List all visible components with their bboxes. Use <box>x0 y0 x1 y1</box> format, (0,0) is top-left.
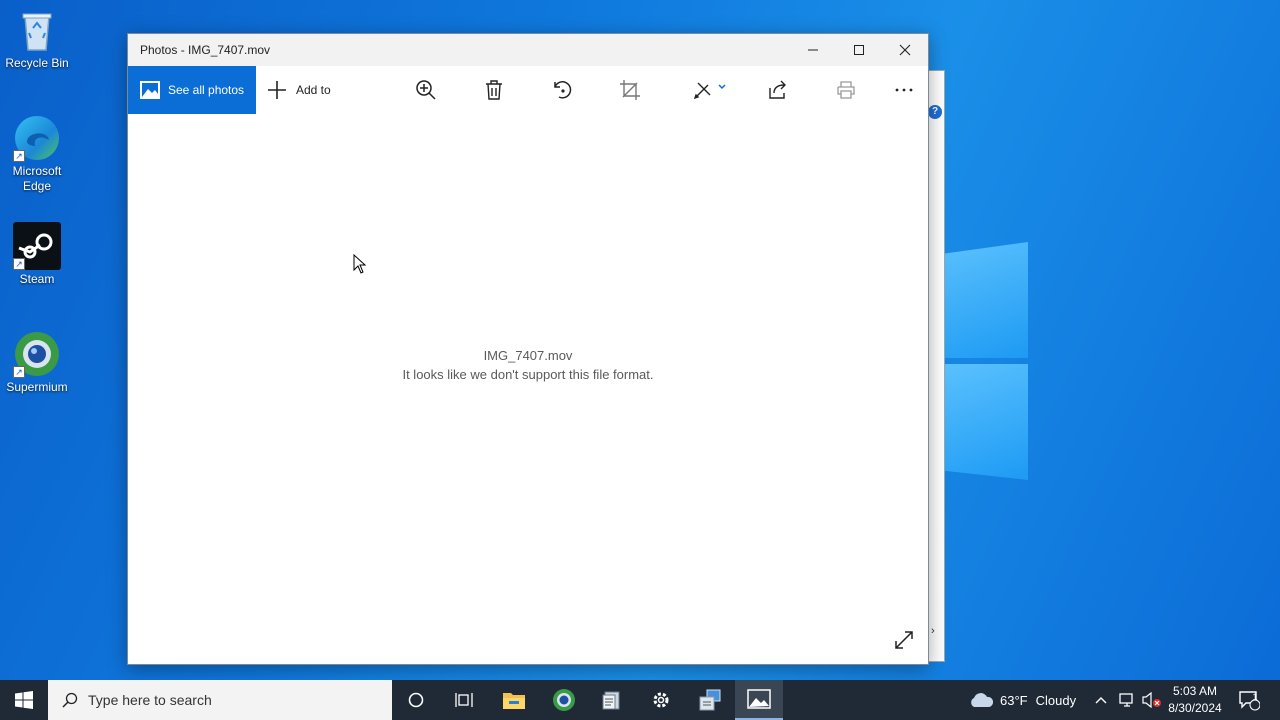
mouse-cursor-icon <box>353 254 367 274</box>
zoom-icon <box>416 80 436 100</box>
weather-widget[interactable]: 63°F Cloudy <box>968 680 1076 720</box>
share-icon <box>769 80 786 99</box>
volume-muted-icon <box>1142 692 1161 708</box>
more-icon <box>895 88 913 92</box>
network-icon <box>1119 693 1133 707</box>
weather-description: Cloudy <box>1035 692 1077 708</box>
delete-icon <box>486 80 502 100</box>
show-hidden-icons-button[interactable] <box>1094 680 1108 720</box>
share-button[interactable] <box>762 76 794 104</box>
taskbar-clock[interactable]: 5:03 AM 8/30/2024 <box>1160 683 1230 717</box>
recycle-bin-icon <box>13 6 61 54</box>
photos-icon <box>747 689 771 709</box>
desktop-icon-recycle-bin[interactable]: Recycle Bin <box>4 6 70 71</box>
edge-icon: ↗ <box>13 114 61 162</box>
add-to-label: Add to <box>296 83 331 97</box>
document-icon <box>602 691 620 710</box>
more-button[interactable] <box>888 76 920 104</box>
rotate-icon <box>554 81 572 99</box>
task-view-button[interactable] <box>440 680 488 720</box>
title-bar[interactable]: Photos - IMG_7407.mov <box>128 34 928 66</box>
fullscreen-button[interactable] <box>892 628 916 652</box>
search-icon <box>62 692 78 708</box>
photos-window: Photos - IMG_7407.mov See all photos Add… <box>127 33 929 665</box>
edit-icon <box>693 82 711 100</box>
task-view-icon <box>455 693 473 707</box>
see-all-photos-button[interactable]: See all photos <box>128 66 256 114</box>
close-icon <box>899 44 911 56</box>
cloud-icon <box>971 693 994 707</box>
supermium-icon: ↗ <box>13 330 61 378</box>
photos-taskbar-button[interactable] <box>735 680 783 720</box>
maximize-icon <box>854 45 864 55</box>
chevron-right-icon[interactable]: › <box>931 625 935 637</box>
minimize-icon <box>808 49 818 51</box>
chevron-up-icon <box>1095 697 1107 704</box>
maximize-button[interactable] <box>836 34 882 66</box>
gear-icon <box>653 692 669 708</box>
desktop-icon-supermium[interactable]: ↗ Supermium <box>4 330 70 395</box>
desktop-icon-edge[interactable]: ↗ Microsoft Edge <box>4 114 70 194</box>
supermium-taskbar-button[interactable] <box>540 680 588 720</box>
taskbar: Type here to search 63°F Cloudy 5:03 AM … <box>0 680 1280 720</box>
notepad-taskbar-button[interactable] <box>588 680 636 720</box>
cortana-icon <box>408 692 424 708</box>
desktop-icon-label: Steam <box>19 272 55 286</box>
supermium-icon <box>553 689 575 711</box>
unsupported-format-message: It looks like we don't support this file… <box>402 367 654 382</box>
file-name-text: IMG_7407.mov <box>483 348 573 363</box>
clock-date: 8/30/2024 <box>1168 701 1222 715</box>
photo-icon <box>140 81 160 99</box>
zoom-button[interactable] <box>410 76 442 104</box>
desktop-icon-label: Supermium <box>6 380 68 394</box>
file-explorer-button[interactable] <box>490 680 538 720</box>
volume-button[interactable] <box>1142 680 1162 720</box>
edit-button[interactable] <box>688 76 732 104</box>
notification-count: 1 <box>1252 692 1258 702</box>
delete-button[interactable] <box>478 76 510 104</box>
photo-viewer-area[interactable]: IMG_7407.mov It looks like we don't supp… <box>128 114 928 664</box>
search-placeholder: Type here to search <box>88 692 212 708</box>
app-taskbar-button[interactable] <box>686 680 734 720</box>
taskbar-search-box[interactable]: Type here to search <box>48 680 392 720</box>
close-button[interactable] <box>882 34 928 66</box>
plus-icon <box>268 81 286 99</box>
clock-time: 5:03 AM <box>1172 684 1218 698</box>
rotate-button[interactable] <box>546 76 578 104</box>
desktop-icon-steam[interactable]: ↗ Steam <box>4 222 70 287</box>
steam-icon: ↗ <box>13 222 61 270</box>
app-window-icon <box>699 689 721 711</box>
expand-icon <box>895 631 913 649</box>
minimize-button[interactable] <box>790 34 836 66</box>
crop-button[interactable] <box>614 76 646 104</box>
desktop-icon-label: Recycle Bin <box>5 56 69 70</box>
windows-start-icon <box>15 691 33 709</box>
help-icon[interactable]: ? <box>928 105 942 119</box>
print-icon <box>837 81 855 99</box>
see-all-photos-label: See all photos <box>168 83 245 97</box>
print-button[interactable] <box>830 76 862 104</box>
weather-temperature: 63°F <box>1000 692 1028 708</box>
crop-icon <box>620 80 640 100</box>
cortana-button[interactable] <box>392 680 440 720</box>
network-button[interactable] <box>1118 680 1136 720</box>
toolbar: See all photos Add to <box>128 66 928 114</box>
folder-icon <box>503 693 525 709</box>
settings-taskbar-button[interactable] <box>637 680 685 720</box>
chevron-down-icon <box>718 84 726 90</box>
window-title: Photos - IMG_7407.mov <box>140 43 271 57</box>
desktop-icon-label: Microsoft Edge <box>12 164 62 193</box>
start-button[interactable] <box>0 680 48 720</box>
add-to-button[interactable]: Add to <box>266 66 331 114</box>
windows-wallpaper-logo <box>944 242 1028 480</box>
action-center-button[interactable]: 1 <box>1238 680 1260 720</box>
